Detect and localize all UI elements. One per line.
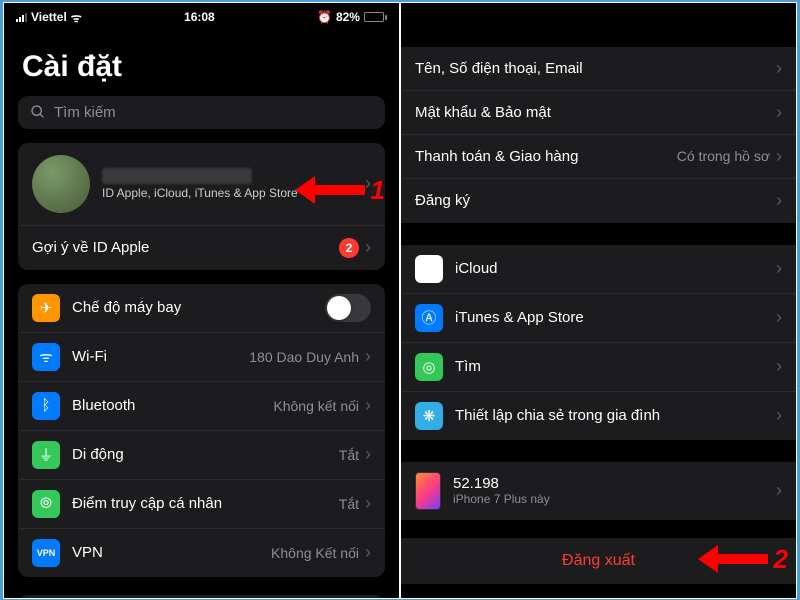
sign-out-label: Đăng xuất bbox=[562, 552, 635, 569]
annotation-arrow-2 bbox=[698, 551, 768, 567]
row-label: Thanh toán & Giao hàng bbox=[415, 148, 677, 165]
row-label: Tên, Số điện thoại, Email bbox=[415, 60, 776, 77]
account-row[interactable]: Đăng ký › bbox=[401, 179, 796, 223]
row-value: Tắt bbox=[339, 447, 359, 463]
chevron-right-icon: › bbox=[365, 395, 371, 416]
notifications-row[interactable]: ▣ Thông báo › bbox=[18, 595, 385, 598]
row-label: Bluetooth bbox=[72, 397, 273, 414]
clock: 16:08 bbox=[184, 10, 215, 24]
chevron-right-icon: › bbox=[365, 173, 371, 194]
profile-name-redacted bbox=[102, 168, 252, 184]
row-label: Đăng ký bbox=[415, 192, 776, 209]
search-placeholder: Tìm kiếm bbox=[54, 104, 116, 121]
row-label: Tìm bbox=[455, 358, 776, 375]
search-icon bbox=[30, 104, 46, 120]
findmy-icon: ◎ bbox=[415, 353, 443, 381]
row-value: Không kết nối bbox=[273, 398, 359, 414]
appstore-icon: Ⓐ bbox=[415, 304, 443, 332]
battery-icon bbox=[364, 12, 387, 22]
apple-id-suggestions-row[interactable]: Gợi ý về ID Apple 2 › bbox=[18, 226, 385, 270]
appstore-row[interactable]: Ⓐ iTunes & App Store › bbox=[401, 294, 796, 343]
chevron-right-icon: › bbox=[365, 493, 371, 514]
chevron-right-icon: › bbox=[776, 258, 782, 279]
chevron-right-icon: › bbox=[776, 58, 782, 79]
account-row[interactable]: Thanh toán & Giao hàng Có trong hồ sơ › bbox=[401, 135, 796, 179]
findmy-row[interactable]: ◎ Tìm › bbox=[401, 343, 796, 392]
annotation-number-2: 2 bbox=[774, 544, 788, 575]
wifi-icon: ᯤ bbox=[32, 343, 60, 371]
row-label: iTunes & App Store bbox=[455, 309, 776, 326]
cellular-row[interactable]: ⏚ Di độngTắt › bbox=[18, 431, 385, 480]
row-label: Mật khẩu & Bảo mật bbox=[415, 104, 776, 121]
row-label: Gợi ý về ID Apple bbox=[32, 239, 339, 256]
battery-percent: 82% bbox=[336, 10, 360, 24]
profile-subtitle: ID Apple, iCloud, iTunes & App Store bbox=[102, 186, 365, 200]
cellular-icon: ⏚ bbox=[32, 441, 60, 469]
chevron-right-icon: › bbox=[776, 405, 782, 426]
hotspot-icon: ⦾ bbox=[32, 490, 60, 518]
device-row[interactable]: 52.198 iPhone 7 Plus này › bbox=[401, 462, 796, 520]
sign-out-button[interactable]: Đăng xuất 2 bbox=[401, 538, 796, 584]
chevron-right-icon: › bbox=[365, 444, 371, 465]
row-label: Wi-Fi bbox=[72, 348, 249, 365]
row-value: Không Kết nối bbox=[271, 545, 359, 561]
airplane-icon: ✈ bbox=[32, 294, 60, 322]
airplane-row[interactable]: ✈ Chế độ máy bay bbox=[18, 284, 385, 333]
alarm-icon: ⏰ bbox=[317, 10, 332, 24]
chevron-right-icon: › bbox=[776, 307, 782, 328]
page-title: Cài đặt bbox=[4, 32, 399, 96]
wifi-row[interactable]: ᯤ Wi-Fi180 Dao Duy Anh › bbox=[18, 333, 385, 382]
signal-icon bbox=[16, 13, 27, 22]
row-label: VPN bbox=[72, 544, 271, 561]
family-row[interactable]: ❋ Thiết lập chia sẻ trong gia đình › bbox=[401, 392, 796, 440]
row-label: Thiết lập chia sẻ trong gia đình bbox=[455, 407, 776, 424]
search-input[interactable]: Tìm kiếm bbox=[18, 96, 385, 129]
row-value: Có trong hồ sơ bbox=[677, 148, 770, 164]
row-value: 180 Dao Duy Anh bbox=[249, 349, 359, 365]
carrier-label: Viettel bbox=[31, 10, 67, 24]
family-icon: ❋ bbox=[415, 402, 443, 430]
wifi-status-icon: ᯤ bbox=[71, 9, 82, 26]
chevron-right-icon: › bbox=[776, 146, 782, 167]
chevron-right-icon: › bbox=[365, 346, 371, 367]
apple-id-screen: Tên, Số điện thoại, Email ›Mật khẩu & Bả… bbox=[401, 3, 796, 598]
bluetooth-icon: ᛒ bbox=[32, 392, 60, 420]
chevron-right-icon: › bbox=[776, 190, 782, 211]
settings-screen: Viettel ᯤ 16:08 ⏰ 82% Cài đặt Tìm kiếm bbox=[4, 3, 399, 598]
airplane-toggle[interactable] bbox=[325, 294, 371, 322]
bluetooth-row[interactable]: ᛒ BluetoothKhông kết nối › bbox=[18, 382, 385, 431]
device-thumbnail bbox=[415, 472, 441, 510]
device-subtitle: iPhone 7 Plus này bbox=[453, 492, 776, 506]
chevron-right-icon: › bbox=[776, 102, 782, 123]
account-row[interactable]: Mật khẩu & Bảo mật › bbox=[401, 91, 796, 135]
status-bar: Viettel ᯤ 16:08 ⏰ 82% bbox=[4, 3, 399, 32]
row-label: Di động bbox=[72, 446, 339, 463]
vpn-row[interactable]: VPN VPNKhông Kết nối › bbox=[18, 529, 385, 577]
account-row[interactable]: Tên, Số điện thoại, Email › bbox=[401, 47, 796, 91]
notification-badge: 2 bbox=[339, 238, 359, 258]
device-name: 52.198 bbox=[453, 475, 776, 492]
row-label: iCloud bbox=[455, 260, 776, 277]
row-label: Điểm truy cập cá nhân bbox=[72, 495, 339, 512]
chevron-right-icon: › bbox=[365, 542, 371, 563]
chevron-right-icon: › bbox=[776, 356, 782, 377]
avatar bbox=[32, 155, 90, 213]
icloud-row[interactable]: ☁ iCloud › bbox=[401, 245, 796, 294]
icloud-icon: ☁ bbox=[415, 255, 443, 283]
hotspot-row[interactable]: ⦾ Điểm truy cập cá nhânTắt › bbox=[18, 480, 385, 529]
chevron-right-icon: › bbox=[365, 237, 371, 258]
apple-id-profile-row[interactable]: ID Apple, iCloud, iTunes & App Store › bbox=[18, 143, 385, 226]
vpn-icon: VPN bbox=[32, 539, 60, 567]
row-value: Tắt bbox=[339, 496, 359, 512]
chevron-right-icon: › bbox=[776, 480, 782, 501]
row-label: Chế độ máy bay bbox=[72, 299, 325, 316]
